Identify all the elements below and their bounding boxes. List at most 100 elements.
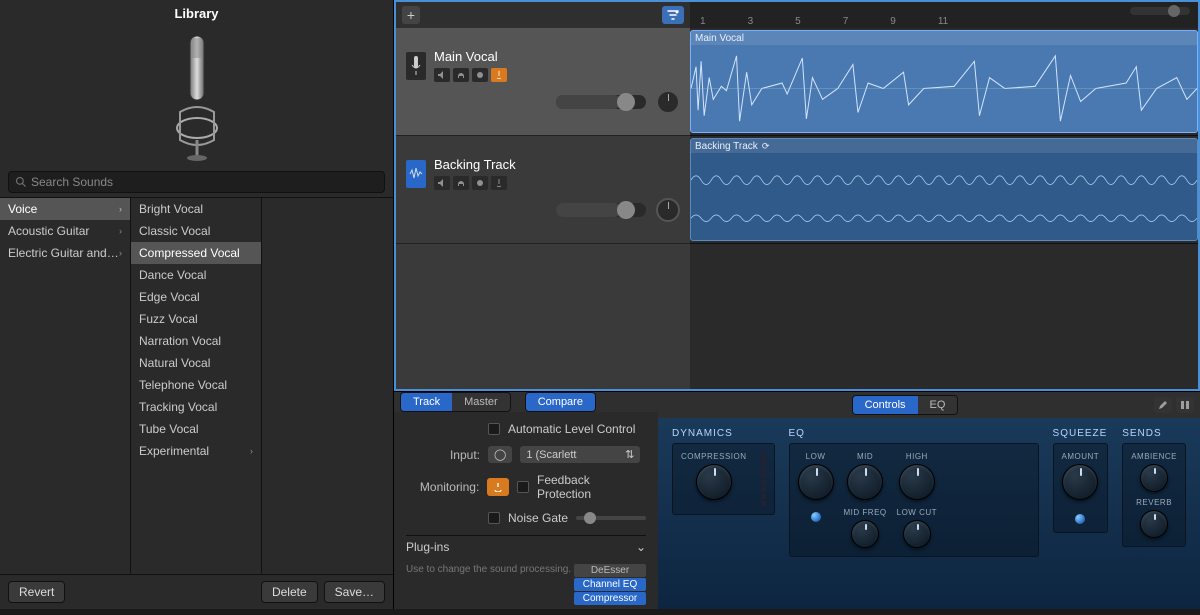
- preset-item[interactable]: Classic Vocal: [131, 220, 261, 242]
- preset-item[interactable]: Natural Vocal: [131, 352, 261, 374]
- preset-item[interactable]: Tube Vocal: [131, 418, 261, 440]
- input-monitor-button[interactable]: [491, 68, 507, 82]
- reverb-send-knob[interactable]: [1140, 510, 1168, 538]
- monitoring-toggle[interactable]: [487, 478, 509, 496]
- loop-icon: ⟳: [762, 141, 770, 152]
- preset-item[interactable]: Telephone Vocal: [131, 374, 261, 396]
- save-button[interactable]: Save…: [324, 581, 385, 603]
- squeeze-bypass-led[interactable]: [1075, 514, 1085, 524]
- delete-button[interactable]: Delete: [261, 581, 318, 603]
- volume-slider[interactable]: [556, 203, 646, 217]
- mic-track-icon: [406, 52, 426, 80]
- smart-controls-panel: Track Master Compare Automatic Level Con…: [394, 392, 658, 609]
- library-panel: Library Search Sounds Voice› Acoustic Gu…: [0, 0, 394, 609]
- monitor-icon: [494, 178, 504, 188]
- plugin-slot[interactable]: Compressor: [574, 592, 646, 605]
- fx-section-title: EQ: [789, 428, 1039, 439]
- search-icon: [15, 176, 27, 188]
- chevron-right-icon: ›: [119, 226, 122, 236]
- record-icon: [475, 178, 485, 188]
- horizontal-zoom-slider[interactable]: [1130, 7, 1190, 15]
- record-enable-button[interactable]: [472, 68, 488, 82]
- tab-eq[interactable]: EQ: [918, 396, 958, 414]
- eq-low-knob[interactable]: [798, 464, 834, 500]
- preset-item[interactable]: Fuzz Vocal: [131, 308, 261, 330]
- audio-region[interactable]: Main Vocal: [690, 30, 1198, 133]
- track-lane[interactable]: Main Vocal: [690, 28, 1198, 136]
- preset-item[interactable]: Compressed Vocal: [131, 242, 261, 264]
- search-input[interactable]: Search Sounds: [8, 171, 385, 193]
- category-voice[interactable]: Voice›: [0, 198, 130, 220]
- category-acoustic-guitar[interactable]: Acoustic Guitar›: [0, 220, 130, 242]
- squeeze-amount-knob[interactable]: [1062, 464, 1098, 500]
- headphones-icon: [456, 70, 466, 80]
- input-channel-button[interactable]: ◯: [488, 446, 512, 463]
- fx-section-title: DYNAMICS: [672, 428, 775, 439]
- revert-button[interactable]: Revert: [8, 581, 65, 603]
- chevron-right-icon: ›: [250, 446, 253, 456]
- eq-mid-knob[interactable]: [847, 464, 883, 500]
- eq-lowcut-knob[interactable]: [903, 520, 931, 548]
- track-name: Main Vocal: [434, 49, 507, 64]
- monitoring-label: Monitoring:: [406, 480, 479, 494]
- solo-button[interactable]: [453, 176, 469, 190]
- plugins-hint: Use to change the sound processing.: [406, 564, 571, 575]
- preset-item[interactable]: Experimental›: [131, 440, 261, 462]
- pan-knob[interactable]: [656, 198, 680, 222]
- microphone-icon: [162, 32, 232, 162]
- compare-button[interactable]: Compare: [526, 393, 595, 411]
- preset-item[interactable]: Dance Vocal: [131, 264, 261, 286]
- audio-region[interactable]: Backing Track ⟳: [690, 138, 1198, 241]
- region-name: Backing Track: [695, 141, 758, 152]
- record-enable-button[interactable]: [472, 176, 488, 190]
- filter-tracks-button[interactable]: [662, 6, 684, 24]
- noise-gate-checkbox[interactable]: [488, 512, 500, 524]
- eq-high-knob[interactable]: [899, 464, 935, 500]
- track-lane[interactable]: Backing Track ⟳: [690, 136, 1198, 244]
- eq-midfreq-knob[interactable]: [851, 520, 879, 548]
- preset-item[interactable]: Bright Vocal: [131, 198, 261, 220]
- region-name: Main Vocal: [695, 33, 744, 44]
- compression-knob[interactable]: [696, 464, 732, 500]
- preset-item[interactable]: Edge Vocal: [131, 286, 261, 308]
- timeline-ruler[interactable]: 1357911: [690, 2, 1198, 28]
- plugin-slot[interactable]: Channel EQ: [574, 578, 646, 591]
- category-electric-guitar[interactable]: Electric Guitar and…›: [0, 242, 130, 264]
- inspector-button[interactable]: [1176, 397, 1194, 413]
- arrange-area[interactable]: 1357911 Main Vocal Backing: [690, 0, 1200, 391]
- preset-item[interactable]: Narration Vocal: [131, 330, 261, 352]
- auto-level-label: Automatic Level Control: [508, 422, 635, 436]
- auto-level-checkbox[interactable]: [488, 423, 500, 435]
- mute-icon: [437, 70, 447, 80]
- track-header[interactable]: Main Vocal: [396, 28, 690, 136]
- noise-gate-slider[interactable]: [576, 516, 646, 520]
- solo-button[interactable]: [453, 68, 469, 82]
- monitor-icon: [492, 482, 504, 492]
- tab-master[interactable]: Master: [452, 393, 510, 411]
- eq-bypass-led[interactable]: [811, 512, 821, 522]
- input-label: Input:: [406, 448, 480, 462]
- input-select[interactable]: 1 (Scarlett⇅: [520, 446, 640, 463]
- chevron-down-icon[interactable]: ⌄: [636, 540, 646, 554]
- pencil-icon: [1158, 400, 1168, 410]
- preset-item[interactable]: Tracking Vocal: [131, 396, 261, 418]
- edit-button[interactable]: [1154, 397, 1172, 413]
- headphones-icon: [456, 178, 466, 188]
- mute-button[interactable]: [434, 176, 450, 190]
- chevron-right-icon: ›: [119, 248, 122, 258]
- waveform-icon: [691, 153, 1197, 240]
- add-track-button[interactable]: +: [402, 6, 420, 24]
- tab-controls[interactable]: Controls: [853, 396, 918, 414]
- mute-button[interactable]: [434, 68, 450, 82]
- plugin-slot[interactable]: DeEsser: [574, 564, 646, 577]
- track-header[interactable]: Backing Track: [396, 136, 690, 244]
- pan-knob[interactable]: [656, 90, 680, 114]
- feedback-checkbox[interactable]: [517, 481, 529, 493]
- fx-panel: DYNAMICS COMPRESSION EQ LOW MID HIG: [658, 418, 1200, 609]
- ambience-send-knob[interactable]: [1140, 464, 1168, 492]
- input-monitor-button[interactable]: [491, 176, 507, 190]
- fx-section-title: SQUEEZE: [1053, 428, 1109, 439]
- monitor-icon: [494, 70, 504, 80]
- tab-track[interactable]: Track: [401, 393, 452, 411]
- volume-slider[interactable]: [556, 95, 646, 109]
